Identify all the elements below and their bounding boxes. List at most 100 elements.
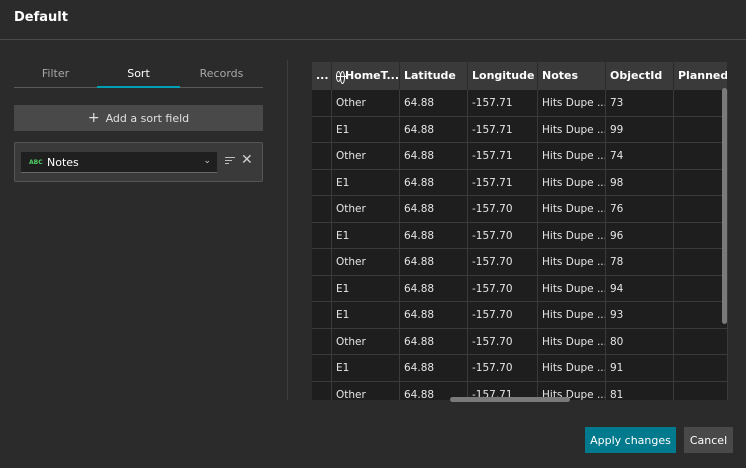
tab-bar: Filter Sort Records [14, 60, 263, 88]
table-cell: 98 [606, 169, 674, 195]
table-cell [312, 90, 332, 116]
table-row[interactable]: E1 64.88 -157.71 Hits Dupe ... 98 [312, 169, 728, 196]
table-cell [674, 302, 728, 328]
table-cell: -157.70 [468, 275, 538, 301]
table-body: Other 64.88 -157.71 Hits Dupe ... 73 E1 64.88-… [312, 90, 728, 400]
table-cell: E1 [332, 222, 400, 248]
sort-field-row: ABC Notes ⌄ ✕ [14, 142, 263, 182]
table-cell: -157.70 [468, 196, 538, 222]
table-row[interactable]: Other 64.88 -157.70 Hits Dupe ... 80 [312, 328, 728, 355]
table-cell: Hits Dupe ... [538, 90, 606, 116]
column-header-latitude[interactable]: Latitude [400, 62, 468, 90]
table-cell: E1 [332, 116, 400, 142]
table-cell [312, 302, 332, 328]
table-cell [674, 116, 728, 142]
table-cell: Hits Dupe ... [538, 328, 606, 354]
table-cell: Other [332, 249, 400, 275]
table-cell [674, 355, 728, 381]
apply-changes-button[interactable]: Apply changes [585, 427, 676, 453]
table-row[interactable]: Other 64.88 -157.71 Hits Dupe ... 73 [312, 90, 728, 117]
table-cell: 64.88 [400, 143, 468, 169]
table-cell [312, 328, 332, 354]
table-cell: 78 [606, 249, 674, 275]
table-cell: E1 [332, 302, 400, 328]
column-header-planned[interactable]: Planned ... [674, 62, 728, 90]
table-cell [674, 275, 728, 301]
table-cell: Hits Dupe ... [538, 143, 606, 169]
close-icon[interactable]: ✕ [241, 153, 253, 167]
table-cell: 91 [606, 355, 674, 381]
table-cell: 64.88 [400, 302, 468, 328]
table-row[interactable]: E1 64.88 -157.70 Hits Dupe ... 93 [312, 302, 728, 329]
table-cell [674, 328, 728, 354]
table-cell: 64.88 [400, 116, 468, 142]
table-cell [312, 116, 332, 142]
table-cell: 80 [606, 328, 674, 354]
column-header-notes[interactable]: Notes [538, 62, 606, 90]
sort-descending-icon[interactable] [225, 157, 235, 167]
sort-field-select[interactable]: ABC Notes ⌄ [21, 152, 217, 173]
table-cell: -157.71 [468, 169, 538, 195]
sort-panel: Filter Sort Records + Add a sort field A… [14, 60, 263, 182]
table-cell [312, 196, 332, 222]
text-type-icon: ABC [29, 158, 43, 166]
table-cell [674, 90, 728, 116]
table-cell: Hits Dupe ... [538, 116, 606, 142]
table-cell: Hits Dupe ... [538, 249, 606, 275]
table-row[interactable]: E1 64.88 -157.70 Hits Dupe ... 94 [312, 275, 728, 302]
table-cell [312, 169, 332, 195]
table-row[interactable]: Other 64.88 -157.71 Hits Dupe ... 74 [312, 143, 728, 170]
column-header-objectid[interactable]: ObjectId [606, 62, 674, 90]
table-cell: Hits Dupe ... [538, 196, 606, 222]
records-table: ... HomeT... Latitude Longitude Notes Ob… [312, 62, 728, 400]
table-cell [312, 249, 332, 275]
table-cell: Hits Dupe ... [538, 355, 606, 381]
table-cell: 93 [606, 302, 674, 328]
table-cell: -157.71 [468, 90, 538, 116]
tab-sort[interactable]: Sort [97, 60, 180, 88]
table-cell: 74 [606, 143, 674, 169]
tab-filter[interactable]: Filter [14, 60, 97, 87]
table-row[interactable]: Other 64.88 -157.70 Hits Dupe ... 76 [312, 196, 728, 223]
table-cell [312, 222, 332, 248]
table-cell: Other [332, 328, 400, 354]
table-cell: 81 [606, 381, 674, 400]
tab-records[interactable]: Records [180, 60, 263, 87]
table-cell: 76 [606, 196, 674, 222]
table-cell: -157.71 [468, 143, 538, 169]
table-cell: Hits Dupe ... [538, 169, 606, 195]
table-cell: 73 [606, 90, 674, 116]
add-sort-field-label: Add a sort field [105, 111, 190, 125]
add-sort-field-button[interactable]: + Add a sort field [14, 105, 263, 131]
column-header-hometype[interactable]: HomeT... [332, 62, 400, 90]
table-cell: Other [332, 196, 400, 222]
panel-divider [287, 60, 288, 400]
table-cell: Other [332, 381, 400, 400]
table-cell [674, 249, 728, 275]
horizontal-scrollbar[interactable] [450, 397, 570, 402]
table-cell: Hits Dupe ... [538, 302, 606, 328]
table-cell: 64.88 [400, 90, 468, 116]
column-header[interactable]: ... [312, 62, 332, 90]
table-cell: -157.70 [468, 355, 538, 381]
table-cell: -157.70 [468, 249, 538, 275]
table-row[interactable]: E1 64.88 -157.70 Hits Dupe ... 91 [312, 355, 728, 382]
table-cell: Hits Dupe ... [538, 275, 606, 301]
table-row[interactable]: Other 64.88 -157.70 Hits Dupe ... 78 [312, 249, 728, 276]
table-cell: -157.70 [468, 222, 538, 248]
table-cell: 64.88 [400, 355, 468, 381]
vertical-scrollbar[interactable] [722, 88, 727, 324]
plus-icon: + [87, 110, 100, 126]
table-cell [674, 169, 728, 195]
dialog-header: Default [0, 0, 746, 40]
cancel-button[interactable]: Cancel [684, 427, 733, 453]
table-cell: E1 [332, 355, 400, 381]
column-header-longitude[interactable]: Longitude [468, 62, 538, 90]
table-row[interactable]: E1 64.88 -157.71 Hits Dupe ... 99 [312, 116, 728, 143]
table-header: ... HomeT... Latitude Longitude Notes Ob… [312, 62, 728, 90]
table-row[interactable]: E1 64.88 -157.70 Hits Dupe ... 96 [312, 222, 728, 249]
table-cell: 64.88 [400, 275, 468, 301]
table-cell [674, 196, 728, 222]
table-cell [674, 143, 728, 169]
table-cell: E1 [332, 275, 400, 301]
